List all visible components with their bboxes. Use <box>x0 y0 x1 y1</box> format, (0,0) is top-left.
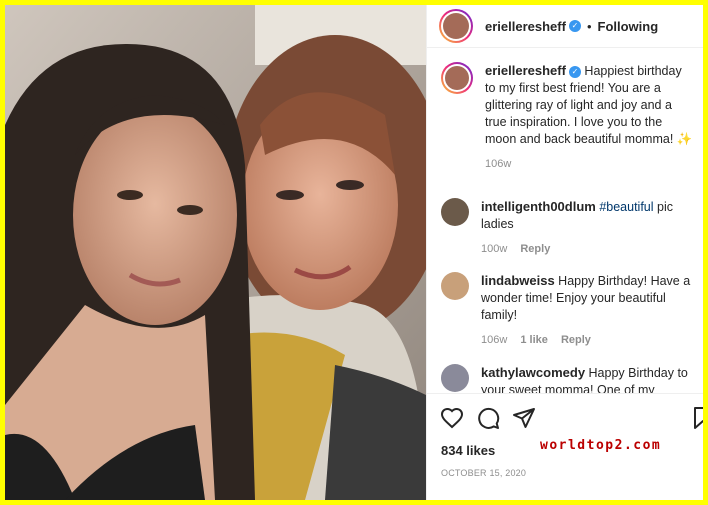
avatar[interactable] <box>441 364 469 392</box>
post-side-panel: erielleresheff ✓ • Following erielleresh… <box>426 5 703 500</box>
caption: erielleresheff ✓ Happiest birthday to my … <box>441 62 696 173</box>
paper-plane-icon[interactable] <box>512 406 536 430</box>
post-actions: 834 likes OCTOBER 15, 2020 worldtop2.com <box>427 393 703 500</box>
separator-dot: • <box>586 18 592 34</box>
reply-button[interactable]: Reply <box>520 243 550 255</box>
comment-username[interactable]: intelligenth00dlum <box>481 199 596 214</box>
reply-button[interactable]: Reply <box>561 334 591 346</box>
comment-username[interactable]: lindabweiss <box>481 273 555 288</box>
heart-icon[interactable] <box>440 406 464 430</box>
header-username[interactable]: erielleresheff <box>485 19 566 34</box>
avatar[interactable] <box>441 272 469 300</box>
comment-icon[interactable] <box>476 406 500 430</box>
instagram-post-frame: erielleresheff ✓ • Following erielleresh… <box>5 5 703 500</box>
verified-icon: ✓ <box>568 20 581 32</box>
verified-icon: ✓ <box>568 65 581 78</box>
comment-item: kathylawcomedy Happy Birthday to your sw… <box>441 364 696 393</box>
caption-username[interactable]: erielleresheff <box>485 63 566 78</box>
bookmark-icon[interactable] <box>693 406 703 430</box>
caption-avatar-ring[interactable] <box>441 62 473 94</box>
following-button[interactable]: Following <box>598 19 659 34</box>
caption-time[interactable]: 106w <box>485 158 511 170</box>
likes-count[interactable]: 834 likes <box>441 443 495 458</box>
watermark-text: worldtop2.com <box>540 438 662 453</box>
post-date[interactable]: OCTOBER 15, 2020 <box>441 468 526 478</box>
selfie-photo <box>5 5 426 500</box>
comment-likes[interactable]: 1 like <box>520 334 548 346</box>
header-avatar-ring[interactable] <box>439 9 473 43</box>
comments-list: erielleresheff ✓ Happiest birthday to my … <box>427 48 703 393</box>
post-photo[interactable] <box>5 5 426 500</box>
avatar <box>445 66 469 90</box>
comment-item: intelligenth00dlum #beautiful pic ladies… <box>441 198 696 258</box>
avatar <box>443 13 469 39</box>
comment-time[interactable]: 106w <box>481 334 507 346</box>
avatar[interactable] <box>441 198 469 226</box>
comment-time[interactable]: 100w <box>481 243 507 255</box>
comment-item: lindabweiss Happy Birthday! Have a wonde… <box>441 272 696 349</box>
post-header: erielleresheff ✓ • Following <box>427 5 703 48</box>
comment-username[interactable]: kathylawcomedy <box>481 365 585 380</box>
hashtag-link[interactable]: #beautiful <box>599 200 653 214</box>
